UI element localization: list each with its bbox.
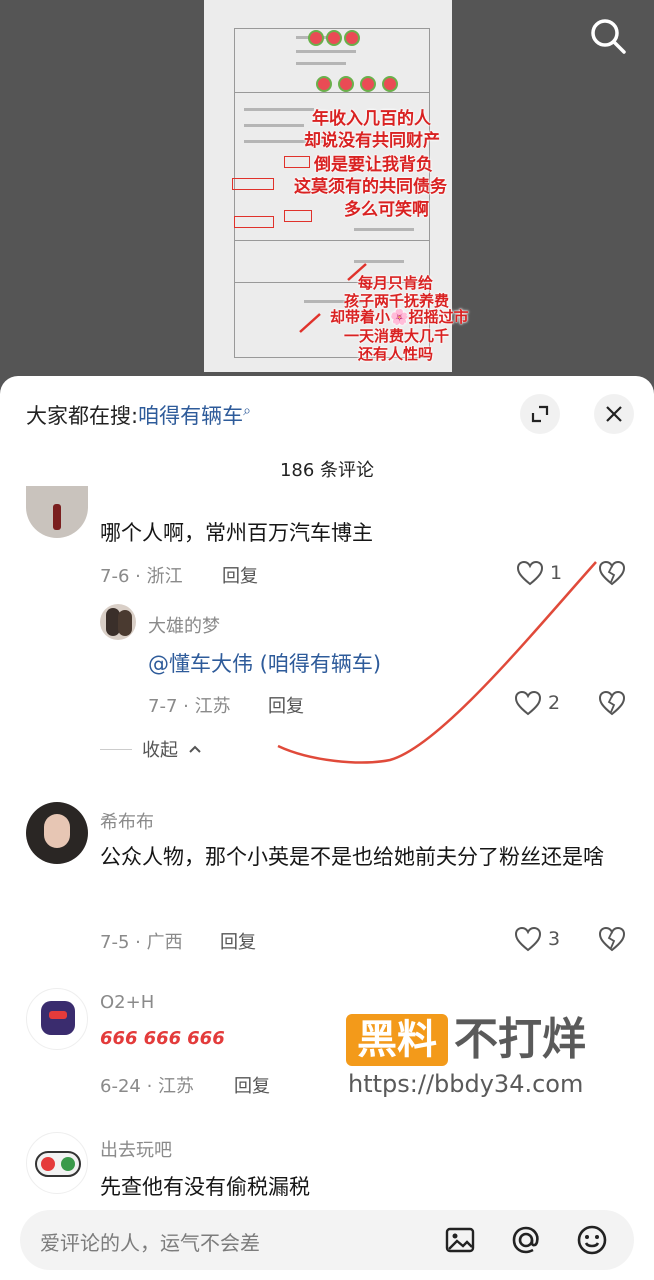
collapse-label: 收起 <box>142 740 178 761</box>
at-mention-icon[interactable] <box>510 1224 542 1260</box>
dislike-button[interactable] <box>598 926 626 956</box>
like-button[interactable]: 3 <box>514 926 560 952</box>
reply-button[interactable]: 回复 <box>234 1072 270 1098</box>
watermark-badge: 黑料 <box>346 1014 448 1066</box>
overlay-line-4: 这莫须有的共同债务 <box>294 177 447 197</box>
commenter-name[interactable]: O2+H <box>100 992 154 1013</box>
comment-text: 公众人物，那个小英是不是也给她前夫分了粉丝还是啥 <box>100 845 604 869</box>
reply-button[interactable]: 回复 <box>220 928 256 954</box>
trending-search[interactable]: 大家都在搜:咱得有辆车⌕ <box>26 400 251 430</box>
red-arrows <box>299 263 367 333</box>
like-count: 3 <box>548 928 561 950</box>
avatar[interactable] <box>26 486 88 538</box>
search-icon[interactable] <box>586 14 630 58</box>
close-button[interactable] <box>594 394 634 434</box>
emoji-666: 666 <box>100 1028 138 1049</box>
avatar[interactable] <box>26 1132 88 1194</box>
comment-input-bar: 爱评论的人，运气不会差 <box>0 1200 654 1280</box>
site-watermark: 黑料 不打烊 https://bbdy34.com <box>346 1014 616 1104</box>
trending-search-prefix: 大家都在搜: <box>26 404 139 428</box>
expand-icon <box>531 405 549 423</box>
comment-meta: 6-24 · 江苏 <box>100 1076 195 1097</box>
commenter-name[interactable]: 希布布 <box>100 808 154 834</box>
broken-heart-icon <box>598 926 626 952</box>
reply-button[interactable]: 回复 <box>222 562 258 588</box>
comment-meta: 7-7 · 江苏 <box>148 696 231 717</box>
trending-search-query[interactable]: 咱得有辆车 <box>138 404 243 428</box>
comment-meta: 7-6 · 浙江 <box>100 566 183 587</box>
image-icon[interactable] <box>444 1224 476 1260</box>
comments-panel: 大家都在搜:咱得有辆车⌕ 186 条评论 哪个人啊，常州百万汽车博主 7-6 ·… <box>0 376 654 1280</box>
small-search-icon: ⌕ <box>243 403 251 419</box>
overlay-line-10: 还有人性吗 <box>358 345 434 363</box>
avatar[interactable] <box>100 604 136 640</box>
heart-icon <box>514 926 542 952</box>
commenter-name[interactable]: 出去玩吧 <box>100 1136 172 1162</box>
watermark-url: https://bbdy34.com <box>348 1070 584 1098</box>
emoji-666: 666 <box>143 1028 182 1049</box>
overlay-line-5: 多么可笑啊 <box>344 200 429 220</box>
emoji-row: 666 666 666 <box>100 1028 225 1049</box>
chevron-up-icon <box>189 745 201 753</box>
expand-button[interactable] <box>520 394 560 434</box>
watermark-title: 不打烊 <box>454 1014 586 1065</box>
comment-count: 186 条评论 <box>279 460 375 481</box>
comment-input[interactable]: 爱评论的人，运气不会差 <box>20 1210 634 1270</box>
collapse-replies-button[interactable]: 收起 <box>100 736 202 762</box>
commenter-name[interactable]: 大雄的梦 <box>148 612 220 638</box>
avatar[interactable] <box>26 802 88 864</box>
video-preview[interactable]: 年收入几百的人 却说没有共同财产 倒是要让我背负 这莫须有的共同债务 多么可笑啊… <box>0 0 654 380</box>
red-curve-annotation <box>277 561 597 764</box>
comment-input-placeholder: 爱评论的人，运气不会差 <box>40 1231 260 1255</box>
emoji-666: 666 <box>187 1028 225 1049</box>
close-icon <box>606 406 622 422</box>
overlay-line-2: 却说没有共同财产 <box>304 131 440 151</box>
emoji-icon[interactable] <box>576 1224 608 1260</box>
avatar[interactable] <box>26 988 88 1050</box>
comment-meta: 7-5 · 广西 <box>100 932 183 953</box>
comment-text: 哪个人啊，常州百万汽车博主 <box>100 521 373 545</box>
